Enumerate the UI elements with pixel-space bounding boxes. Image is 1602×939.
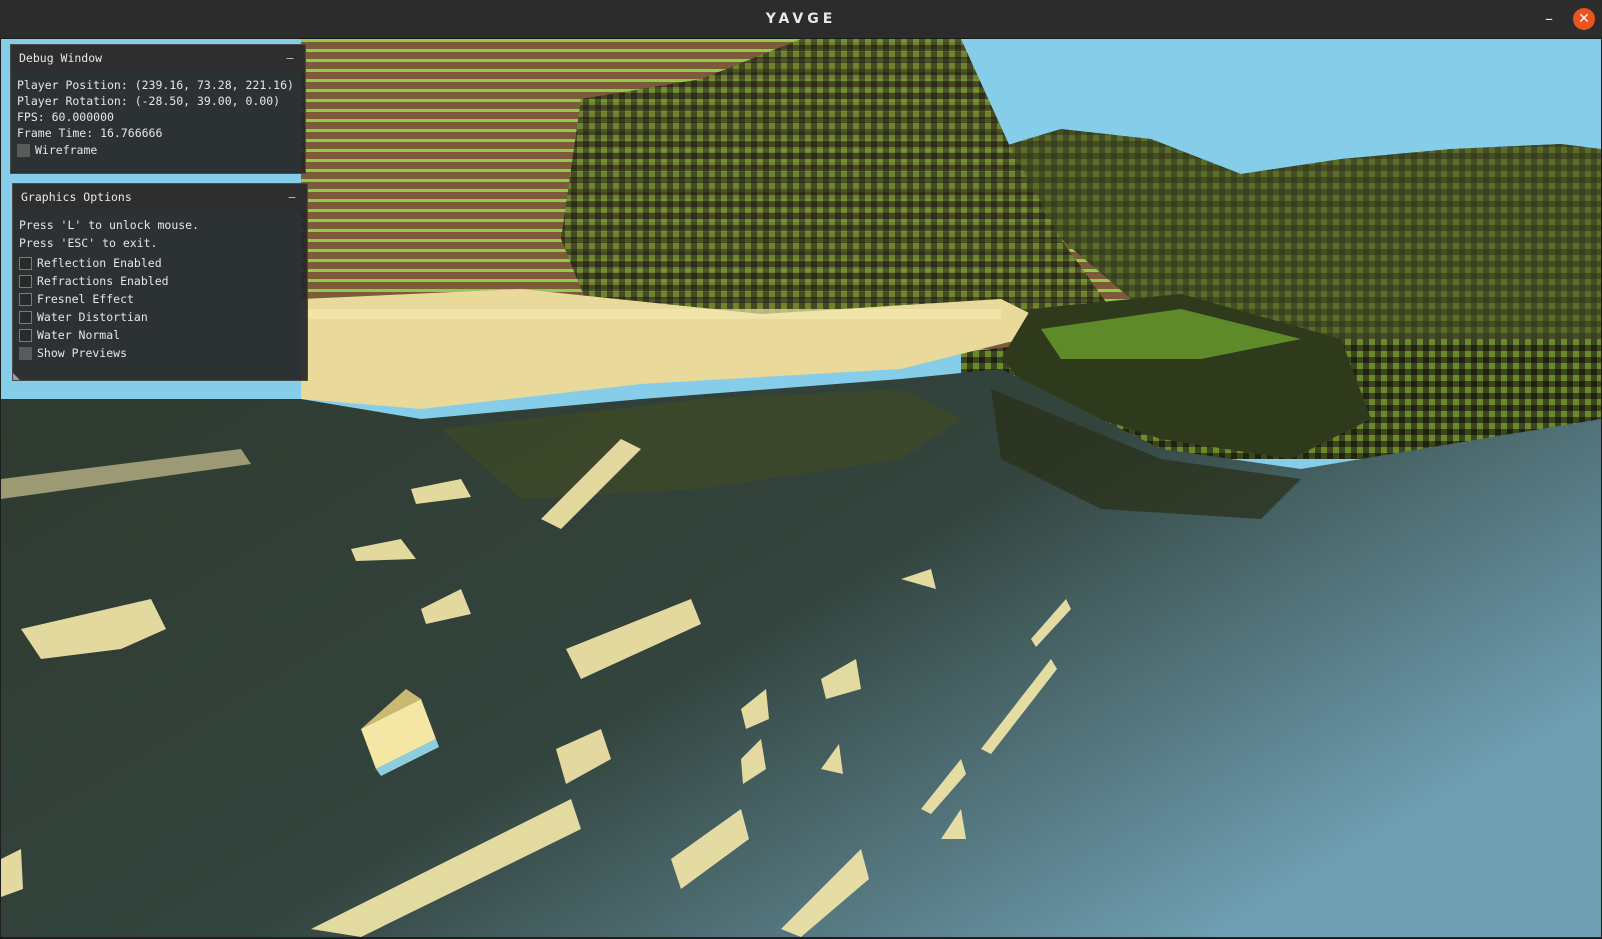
option-label: Water Normal: [37, 328, 121, 342]
hint-unlock-text: Press 'L' to unlock mouse.: [19, 218, 200, 232]
option-label: Fresnel Effect: [37, 292, 134, 306]
option-label: Water Distortian: [37, 310, 148, 324]
wireframe-checkbox-row[interactable]: Wireframe: [17, 141, 299, 159]
fresnel-checkbox[interactable]: [19, 292, 32, 306]
show-previews-checkbox[interactable]: [19, 346, 32, 360]
fps-text: FPS: 60.000000: [17, 110, 114, 124]
wireframe-checkbox[interactable]: [17, 143, 30, 157]
debug-collapse-button[interactable]: –: [283, 45, 297, 71]
option-label: Refractions Enabled: [37, 274, 169, 288]
water-distortion-checkbox[interactable]: [19, 310, 32, 324]
graphics-collapse-button[interactable]: –: [285, 184, 299, 210]
graphics-options-header[interactable]: Graphics Options –: [13, 184, 307, 210]
option-normal-row[interactable]: Water Normal: [19, 326, 301, 344]
option-previews-row[interactable]: Show Previews: [19, 344, 301, 362]
minimize-button[interactable]: –: [1537, 7, 1561, 31]
graphics-options-window[interactable]: Graphics Options – Press 'L' to unlock m…: [12, 183, 308, 381]
wireframe-label: Wireframe: [35, 143, 98, 157]
option-label: Show Previews: [37, 346, 128, 360]
option-fresnel-row[interactable]: Fresnel Effect: [19, 290, 301, 308]
option-reflection-row[interactable]: Reflection Enabled: [19, 254, 301, 272]
frame-time-text: Frame Time: 16.766666: [17, 126, 163, 140]
app-window: YAVGE – ✕ Debug Window – Player Position…: [0, 0, 1602, 939]
player-position-text: Player Position: (239.16, 73.28, 221.16): [17, 78, 294, 92]
option-label: Reflection Enabled: [37, 256, 162, 270]
resize-grip[interactable]: [13, 373, 20, 380]
reflection-checkbox[interactable]: [19, 256, 32, 270]
window-title: YAVGE: [765, 11, 837, 27]
hint-exit-text: Press 'ESC' to exit.: [19, 236, 158, 250]
debug-window-header[interactable]: Debug Window –: [11, 45, 305, 71]
option-refractions-row[interactable]: Refractions Enabled: [19, 272, 301, 290]
water-normal-checkbox[interactable]: [19, 328, 32, 342]
game-viewport[interactable]: Debug Window – Player Position: (239.16,…: [1, 39, 1601, 937]
title-bar[interactable]: YAVGE – ✕: [0, 0, 1602, 39]
player-rotation-text: Player Rotation: (-28.50, 39.00, 0.00): [17, 94, 281, 108]
refractions-checkbox[interactable]: [19, 274, 32, 288]
debug-window-title: Debug Window: [19, 51, 103, 65]
option-distortion-row[interactable]: Water Distortian: [19, 308, 301, 326]
close-button[interactable]: ✕: [1573, 8, 1595, 30]
debug-window[interactable]: Debug Window – Player Position: (239.16,…: [10, 44, 306, 174]
graphics-options-title: Graphics Options: [21, 190, 132, 204]
